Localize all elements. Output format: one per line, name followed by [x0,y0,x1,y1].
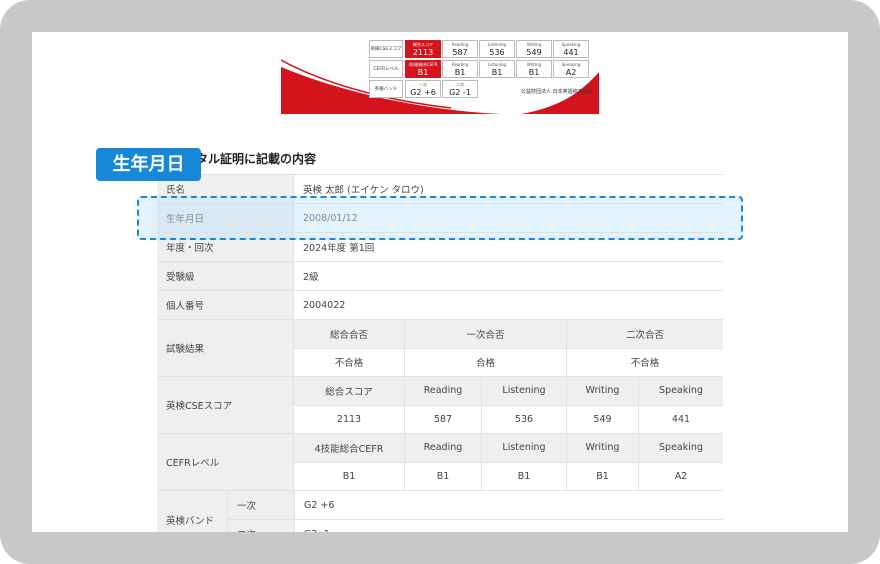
band-sub-label: 二次 [228,520,294,532]
result-header-row: 総合合否 一次合否 二次合否 [294,320,723,349]
table-row-band: 英検バンド 一次 G2 +6 二次 G2 -1 [157,490,723,532]
result-grid: 総合合否 一次合否 二次合否 不合格 合格 不合格 [293,320,723,376]
table-row-grade: 受験級 2級 [157,261,723,290]
result-value: 不合格 [566,348,723,376]
row-value: 2004022 [293,291,723,319]
certificate-cell: Speaking 441 [553,40,589,58]
cse-header-row: 総合スコア Reading Listening Writing Speaking [294,377,723,406]
certificate-row-label: 英検バンド [369,80,403,98]
cefr-value: B1 [481,462,566,490]
row-label: 英検CSEスコア [157,377,293,433]
certificate-cell: Listening 536 [479,40,515,58]
cse-value: 587 [404,405,481,433]
cefr-header: Writing [566,434,638,462]
cse-value: 536 [481,405,566,433]
certificate-cell: 総合スコア 2113 [405,40,441,58]
certificate-cell: Writing B1 [516,60,552,78]
certificate-cell: Listening B1 [479,60,515,78]
cse-header: Writing [566,377,638,405]
certificate-cell: Reading B1 [442,60,478,78]
result-value: 不合格 [334,358,364,370]
result-header: 総合合否 [294,320,404,348]
result-value-row: 不合格 合格 不合格 [294,348,723,376]
result-header: 一次合否 [404,320,566,348]
cse-value-row: 2113 587 536 549 441 [294,405,723,433]
cefr-header: 4技能総合CEFR [294,434,404,462]
certificate-cell: Writing 549 [516,40,552,58]
cse-value: 2113 [336,413,362,425]
cefr-header: Reading [404,434,481,462]
cefr-header: Speaking [638,434,723,462]
band-second-row: 二次 G2 -1 [228,520,723,532]
dob-callout-tag: 生年月日 [96,148,201,181]
cefr-grid: 4技能総合CEFR Reading Listening Writing Spea… [293,434,723,490]
result-header: 二次合否 [566,320,723,348]
row-label: 受験級 [157,262,293,290]
cefr-value: B1 [342,470,356,482]
certificate-cell: 4技能総合CEFR B1 [405,60,441,78]
cefr-value: B1 [404,462,481,490]
section-title: タル証明に記載の内容 [196,152,317,166]
row-label: 英検バンド [157,491,227,532]
cefr-value: A2 [638,462,723,490]
certificate-cefr-row: CEFRレベル 4技能総合CEFR B1 Reading B1 Listening B… [369,60,590,78]
device-frame: 英検CSEスコア 総合スコア 2113 Reading 587 Listening 5… [0,0,880,564]
certificate-row-label: CEFRレベル [369,60,403,78]
table-row-id: 個人番号 2004022 [157,290,723,319]
cse-header: Reading [404,377,481,405]
certificate-row-label: 英検CSEスコア [369,40,403,58]
row-label: 個人番号 [157,291,293,319]
cse-header: 総合スコア [294,377,404,405]
cefr-header: Listening [481,434,566,462]
cse-grid: 総合スコア Reading Listening Writing Speaking… [293,377,723,433]
band-value: G2 -1 [294,520,723,532]
certificate-cell: 一次 G2 +6 [405,80,441,98]
cefr-header-row: 4技能総合CEFR Reading Listening Writing Spea… [294,434,723,463]
cse-header: Speaking [638,377,723,405]
row-value: 2級 [293,262,723,290]
certificate-image: 英検CSEスコア 総合スコア 2113 Reading 587 Listening 5… [281,32,599,114]
row-label: CEFRレベル [157,434,293,490]
row-label: 試験結果 [157,320,293,376]
screen: 英検CSEスコア 総合スコア 2113 Reading 587 Listening 5… [32,32,848,532]
cse-header: Listening [481,377,566,405]
band-first-row: 一次 G2 +6 [228,491,723,520]
band-value: G2 +6 [294,491,723,519]
result-value: 合格 [404,348,566,376]
certificate-cell: Speaking A2 [553,60,589,78]
dob-highlight-box [137,196,743,240]
cefr-value-row: B1 B1 B1 B1 A2 [294,462,723,490]
cefr-value: B1 [566,462,638,490]
certificate-cse-row: 英検CSEスコア 総合スコア 2113 Reading 587 Listening 5… [369,40,590,58]
band-grid: 一次 G2 +6 二次 G2 -1 [227,491,723,532]
certificate-cell: 二次 G2 -1 [442,80,478,98]
certificate-cell: Reading 587 [442,40,478,58]
cse-value: 549 [566,405,638,433]
table-row-cefr: CEFRレベル 4技能総合CEFR Reading Listening Writ… [157,433,723,490]
band-sub-label: 一次 [228,491,294,519]
certificate-band-row: 英検バンド 一次 G2 +6 二次 G2 -1 [369,80,479,98]
certificate-issuer: 公益財団法人 日本英語検定協会 [521,89,593,95]
cse-value: 441 [638,405,723,433]
table-row-cse: 英検CSEスコア 総合スコア Reading Listening Writing… [157,376,723,433]
table-row-result: 試験結果 総合合否 一次合否 二次合否 不合格 合格 不合格 [157,319,723,376]
